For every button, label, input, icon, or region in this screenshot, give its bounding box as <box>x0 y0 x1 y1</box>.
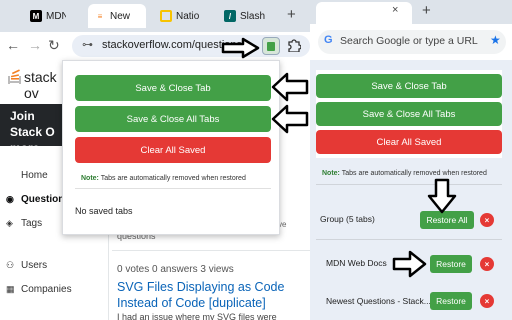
tab-label: Natio <box>176 10 200 22</box>
note-label: Note: <box>81 175 99 182</box>
questions-icon: ◉ <box>6 194 14 204</box>
tab-label: Slash <box>240 10 266 22</box>
note-label: Note: <box>322 170 340 177</box>
pointer-arrow-icon <box>271 104 309 134</box>
tab-slashdot[interactable]: / Slash <box>218 4 278 28</box>
question-title-link[interactable]: SVG Files Displaying as Code Instead of … <box>117 279 310 311</box>
tab-label: New <box>110 10 131 22</box>
nav-label: Tags <box>21 218 43 229</box>
row-divider <box>316 239 502 240</box>
tab-mdn[interactable]: M MDN <box>24 4 66 28</box>
remove-tab-button[interactable]: × <box>480 294 494 308</box>
group-label: Group (5 tabs) <box>320 214 375 224</box>
nav-label: Home <box>21 170 48 181</box>
slashdot-icon: / <box>224 10 236 22</box>
remove-tab-button[interactable]: × <box>480 257 494 271</box>
left-browser-window: M MDN ≡ New Natio / Slash + ← → ↻ ⊶ stac… <box>0 0 310 320</box>
users-icon: ⚇ <box>6 260 15 270</box>
stackoverflow-logo[interactable]: stack ov <box>0 64 70 101</box>
question-excerpt: I had an issue where my SVG files were s… <box>117 312 277 320</box>
tab-strip: M MDN ≡ New Natio / Slash + <box>0 0 310 32</box>
nav-label: Companies <box>21 284 72 295</box>
saved-tab-row: Newest Questions - Stack... <box>318 286 502 316</box>
extension-button[interactable] <box>262 37 280 55</box>
nav-item-questions[interactable]: ◉ Questions <box>6 194 70 205</box>
clear-all-saved-button[interactable]: Clear All Saved <box>75 137 271 163</box>
nav-label: Users <box>21 260 48 271</box>
banner-line-1: Join Stack O <box>10 109 55 139</box>
back-arrow-icon[interactable]: ← <box>6 37 20 53</box>
save-close-all-tabs-button[interactable]: Save & Close All Tabs <box>316 102 502 126</box>
extension-icon <box>267 42 275 51</box>
panel-note: Note: Tabs are automatically removed whe… <box>322 170 487 177</box>
banner-link[interactable]: more about <box>10 140 62 172</box>
popup-divider <box>75 188 271 189</box>
stackoverflow-logo-icon <box>8 69 21 84</box>
search-placeholder: Search Google or type a URL <box>340 35 478 47</box>
empty-state-text: No saved tabs <box>75 206 133 216</box>
puzzle-icon[interactable] <box>287 38 301 52</box>
panel-divider <box>316 184 502 185</box>
group-row: Group (5 tabs) <box>318 204 502 234</box>
save-close-all-tabs-button[interactable]: Save & Close All Tabs <box>75 106 271 132</box>
natgeo-icon <box>160 10 172 22</box>
right-tab-strip: × + <box>310 0 512 24</box>
nav-item-home[interactable]: Home <box>6 170 48 181</box>
new-tab-button[interactable]: + <box>287 6 296 23</box>
saved-tab-title: MDN Web Docs <box>326 258 387 268</box>
google-icon: G <box>324 34 333 46</box>
tab-label: MDN <box>46 10 66 22</box>
pointer-arrow-icon <box>427 178 457 214</box>
note-text: Tabs are automatically removed when rest… <box>100 175 246 182</box>
extension-popup: Save & Close Tab Save & Close All Tabs C… <box>62 60 280 235</box>
restore-button[interactable]: Restore <box>430 255 472 273</box>
nav-item-users[interactable]: ⚇ Users <box>6 260 47 271</box>
screenshot-stage: M MDN ≡ New Natio / Slash + ← → ↻ ⊶ stac… <box>0 0 512 320</box>
stackoverflow-icon: ≡ <box>97 11 103 21</box>
bookmark-star-icon[interactable]: ★ <box>490 33 501 47</box>
tab-stackoverflow[interactable]: ≡ New <box>88 4 146 28</box>
tag-icon: ◈ <box>6 218 13 228</box>
save-close-tab-button[interactable]: Save & Close Tab <box>316 74 502 98</box>
site-info-icon[interactable]: ⊶ <box>82 38 93 51</box>
note-text: Tabs are automatically removed when rest… <box>341 170 487 177</box>
saved-tab-title: Newest Questions - Stack... <box>326 296 431 306</box>
companies-icon: ▦ <box>6 284 15 294</box>
clear-all-saved-button[interactable]: Clear All Saved <box>316 130 502 154</box>
restore-panel: Save & Close Tab Save & Close All Tabs C… <box>316 70 504 320</box>
pointer-arrow-icon <box>221 37 260 59</box>
tab-natgeo[interactable]: Natio <box>154 4 210 28</box>
remove-group-button[interactable]: × <box>480 213 494 227</box>
popup-note: Note: Tabs are automatically removed whe… <box>81 175 246 182</box>
nav-item-companies[interactable]: ▦ Companies <box>6 284 72 295</box>
close-tab-icon[interactable]: × <box>392 4 398 16</box>
pointer-arrow-icon <box>392 250 427 278</box>
mdn-icon: M <box>30 10 42 22</box>
join-banner: Join Stack O more about <box>0 104 62 171</box>
forward-arrow-icon[interactable]: → <box>28 37 42 53</box>
nav-item-tags[interactable]: ◈ Tags <box>6 218 42 229</box>
new-tab-button[interactable]: + <box>422 2 431 19</box>
question-stats: 0 votes 0 answers 3 views <box>117 264 234 275</box>
right-browser-window: × + G Search Google or type a URL ★ Save… <box>310 0 512 320</box>
omnibox[interactable]: G Search Google or type a URL ★ <box>318 30 506 54</box>
pointer-arrow-icon <box>271 72 309 102</box>
restore-button[interactable]: Restore <box>430 292 472 310</box>
row-divider <box>112 250 310 251</box>
reload-icon[interactable]: ↻ <box>48 37 60 54</box>
save-close-tab-button[interactable]: Save & Close Tab <box>75 75 271 101</box>
